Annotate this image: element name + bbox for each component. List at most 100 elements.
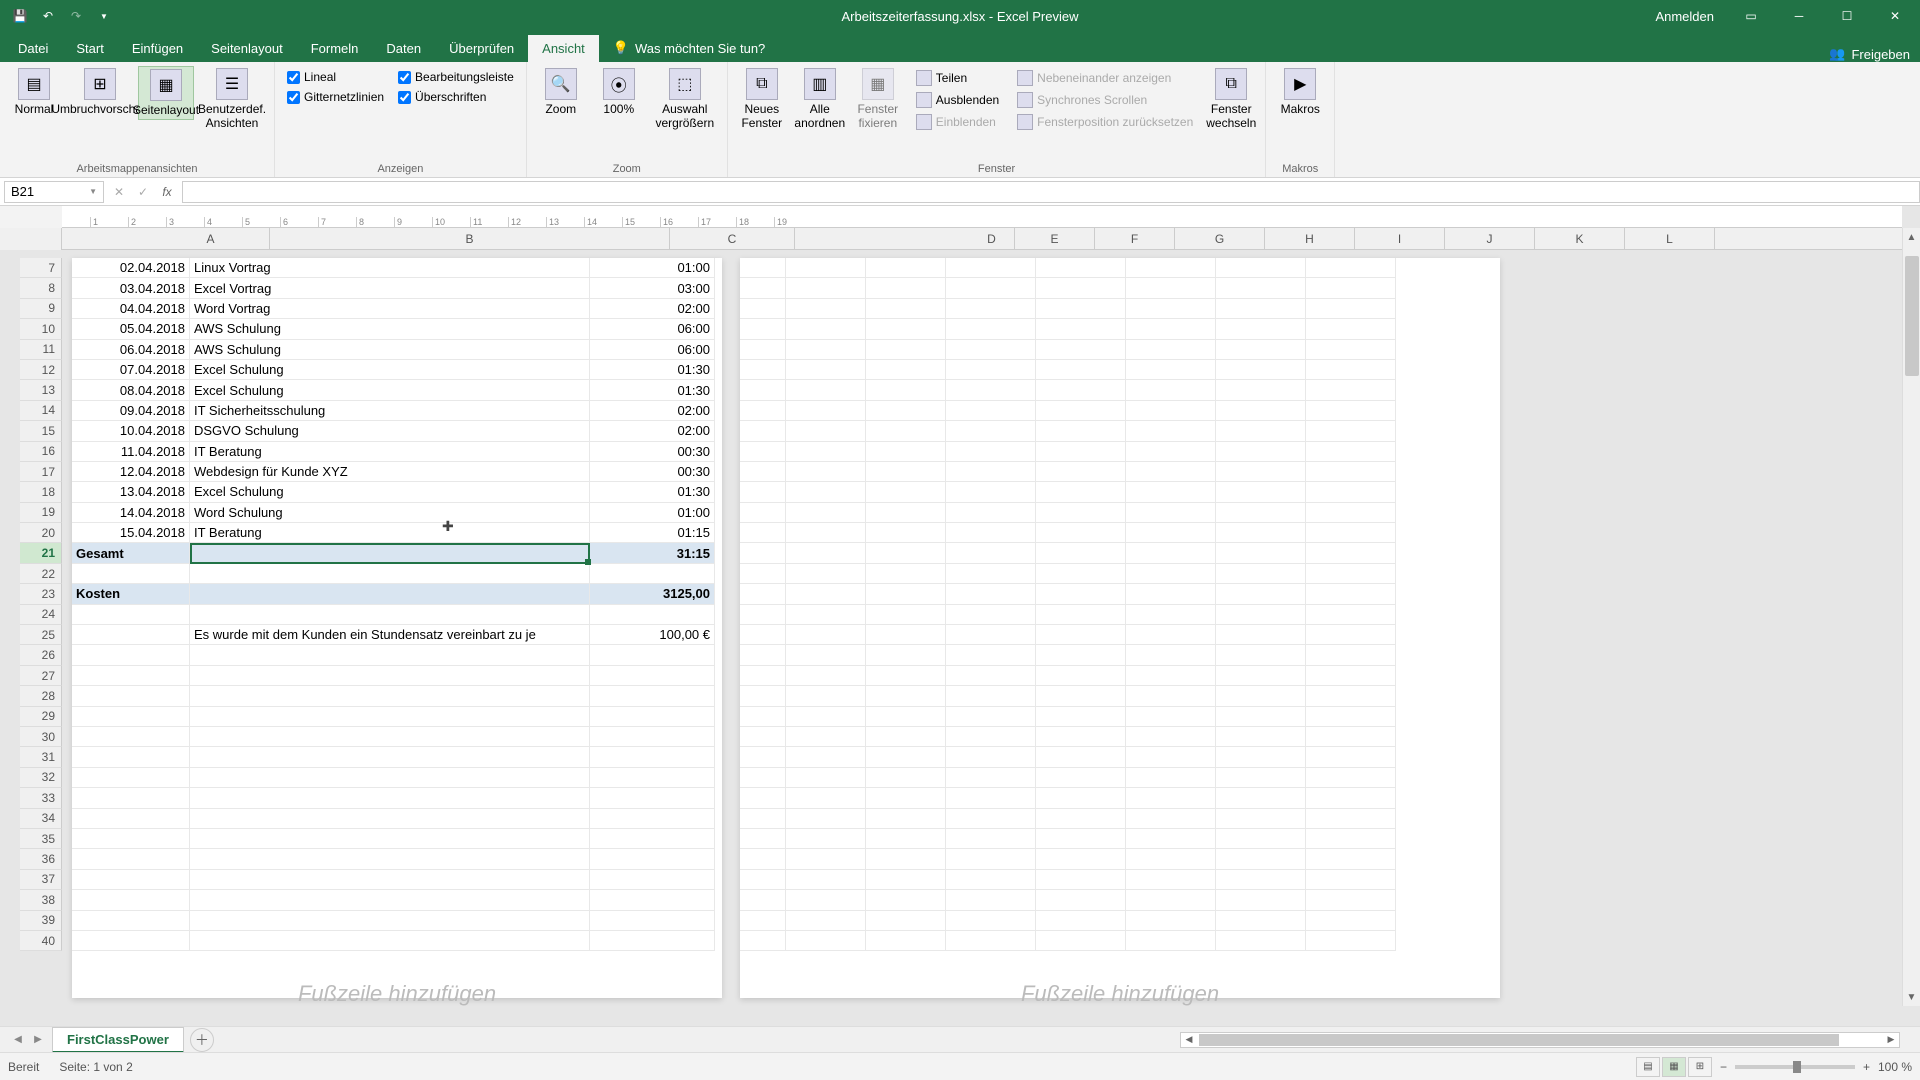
cell-p2-r26c6[interactable] [1216,645,1306,665]
cell-p2-r19c4[interactable] [1036,503,1126,523]
cell-p2-r8c3[interactable] [946,278,1036,298]
cell-p2-r39c4[interactable] [1036,911,1126,931]
cell-p2-r11c6[interactable] [1216,340,1306,360]
cell[interactable] [590,849,715,869]
cell-desc-5[interactable]: Excel Schulung [190,360,590,380]
cell[interactable] [72,686,190,706]
cell-date-11[interactable]: 13.04.2018 [72,482,190,502]
zoom-out-button[interactable]: − [1720,1060,1727,1074]
cell-p2-r7c4[interactable] [1036,258,1126,278]
cell-p2-r9c3[interactable] [946,299,1036,319]
tab-datei[interactable]: Datei [4,35,62,62]
cell-date-12[interactable]: 14.04.2018 [72,503,190,523]
cell-desc-2[interactable]: Word Vortrag [190,299,590,319]
cell-p2-r10c3[interactable] [946,319,1036,339]
cell-p2-r30c6[interactable] [1216,727,1306,747]
cell-p2-r39c7[interactable] [1306,911,1396,931]
scroll-right-icon[interactable]: ▶ [1883,1033,1899,1047]
cell-p2-r25c1[interactable] [786,625,866,645]
cell-p2-r29c4[interactable] [1036,707,1126,727]
cell-p2-r32c4[interactable] [1036,768,1126,788]
sheet-nav-next-icon[interactable]: ▶ [28,1030,48,1050]
row-header-22[interactable]: 22 [20,564,62,584]
cell-rate-note[interactable]: Es wurde mit dem Kunden ein Stundensatz … [190,625,590,645]
cell-p2-r27c6[interactable] [1216,666,1306,686]
cell[interactable] [190,788,590,808]
zoom-selection-button[interactable]: ⬚Auswahl vergrößern [649,66,721,132]
cell-p2-r22c4[interactable] [1036,564,1126,584]
new-window-button[interactable]: ⧉Neues Fenster [734,66,790,132]
cell-p2-r13c2[interactable] [866,380,946,400]
cell-p2-r25c4[interactable] [1036,625,1126,645]
cell[interactable] [190,809,590,829]
page-1[interactable]: 02.04.2018Linux Vortrag01:0003.04.2018Ex… [72,258,722,998]
col-header-H[interactable]: H [1265,228,1355,249]
cell-p2-r30c1[interactable] [786,727,866,747]
row-header-40[interactable]: 40 [20,931,62,951]
cell-p2-r16c5[interactable] [1126,442,1216,462]
cell[interactable] [590,605,715,625]
cell[interactable] [72,931,190,951]
switch-window-button[interactable]: ⧉Fenster wechseln [1203,66,1259,132]
cell-p2-r27c4[interactable] [1036,666,1126,686]
cell-p2-r26c4[interactable] [1036,645,1126,665]
cell-p2-r21c1[interactable] [786,543,866,563]
cell-p2-r28c7[interactable] [1306,686,1396,706]
cell-p2-r10c0[interactable] [740,319,786,339]
cell-p2-r12c2[interactable] [866,360,946,380]
cell-p2-r9c5[interactable] [1126,299,1216,319]
cell[interactable] [72,707,190,727]
cell[interactable] [190,727,590,747]
cell-p2-r37c7[interactable] [1306,870,1396,890]
cell-date-0[interactable]: 02.04.2018 [72,258,190,278]
cell-p2-r30c2[interactable] [866,727,946,747]
cell-p2-r38c5[interactable] [1126,890,1216,910]
cell-p2-r23c7[interactable] [1306,584,1396,604]
cell-p2-r16c6[interactable] [1216,442,1306,462]
row-header-29[interactable]: 29 [20,707,62,727]
cell-p2-r26c0[interactable] [740,645,786,665]
cell-p2-r27c0[interactable] [740,666,786,686]
cell-p2-r18c2[interactable] [866,482,946,502]
cell-p2-r32c3[interactable] [946,768,1036,788]
cell-p2-r12c6[interactable] [1216,360,1306,380]
row-header-36[interactable]: 36 [20,849,62,869]
cell-p2-r40c3[interactable] [946,931,1036,951]
row-header-19[interactable]: 19 [20,503,62,523]
page-2[interactable]: Fußzeile hinzufügen [740,258,1500,998]
cell-p2-r32c5[interactable] [1126,768,1216,788]
cell[interactable] [72,829,190,849]
cell-p2-r16c0[interactable] [740,442,786,462]
cell-p2-r25c7[interactable] [1306,625,1396,645]
cell-desc-7[interactable]: IT Sicherheitsschulung [190,401,590,421]
cell[interactable] [190,707,590,727]
cell-p2-r34c4[interactable] [1036,809,1126,829]
cell-p2-r12c4[interactable] [1036,360,1126,380]
cell-p2-r29c5[interactable] [1126,707,1216,727]
cell-p2-r19c1[interactable] [786,503,866,523]
formula-input[interactable] [182,181,1920,203]
cell[interactable] [72,747,190,767]
freeze-panes-button[interactable]: ▦Fenster fixieren [850,66,906,132]
cell[interactable] [190,645,590,665]
cell-p2-r11c2[interactable] [866,340,946,360]
cell-p2-r29c0[interactable] [740,707,786,727]
cell-p2-r34c1[interactable] [786,809,866,829]
cell-date-8[interactable]: 10.04.2018 [72,421,190,441]
cell-desc-13[interactable]: IT Beratung [190,523,590,543]
row-header-30[interactable]: 30 [20,727,62,747]
cell-p2-r31c7[interactable] [1306,747,1396,767]
cell-p2-r26c2[interactable] [866,645,946,665]
cell-p2-r28c3[interactable] [946,686,1036,706]
cell-p2-r20c5[interactable] [1126,523,1216,543]
cell-desc-12[interactable]: Word Schulung [190,503,590,523]
cell-p2-r35c2[interactable] [866,829,946,849]
cell-time-2[interactable]: 02:00 [590,299,715,319]
cell-p2-r22c3[interactable] [946,564,1036,584]
cell-p2-r28c4[interactable] [1036,686,1126,706]
cell-p2-r40c5[interactable] [1126,931,1216,951]
maximize-icon[interactable]: ☐ [1824,0,1870,32]
cell[interactable] [590,768,715,788]
cell-p2-r39c2[interactable] [866,911,946,931]
cell-p2-r32c7[interactable] [1306,768,1396,788]
